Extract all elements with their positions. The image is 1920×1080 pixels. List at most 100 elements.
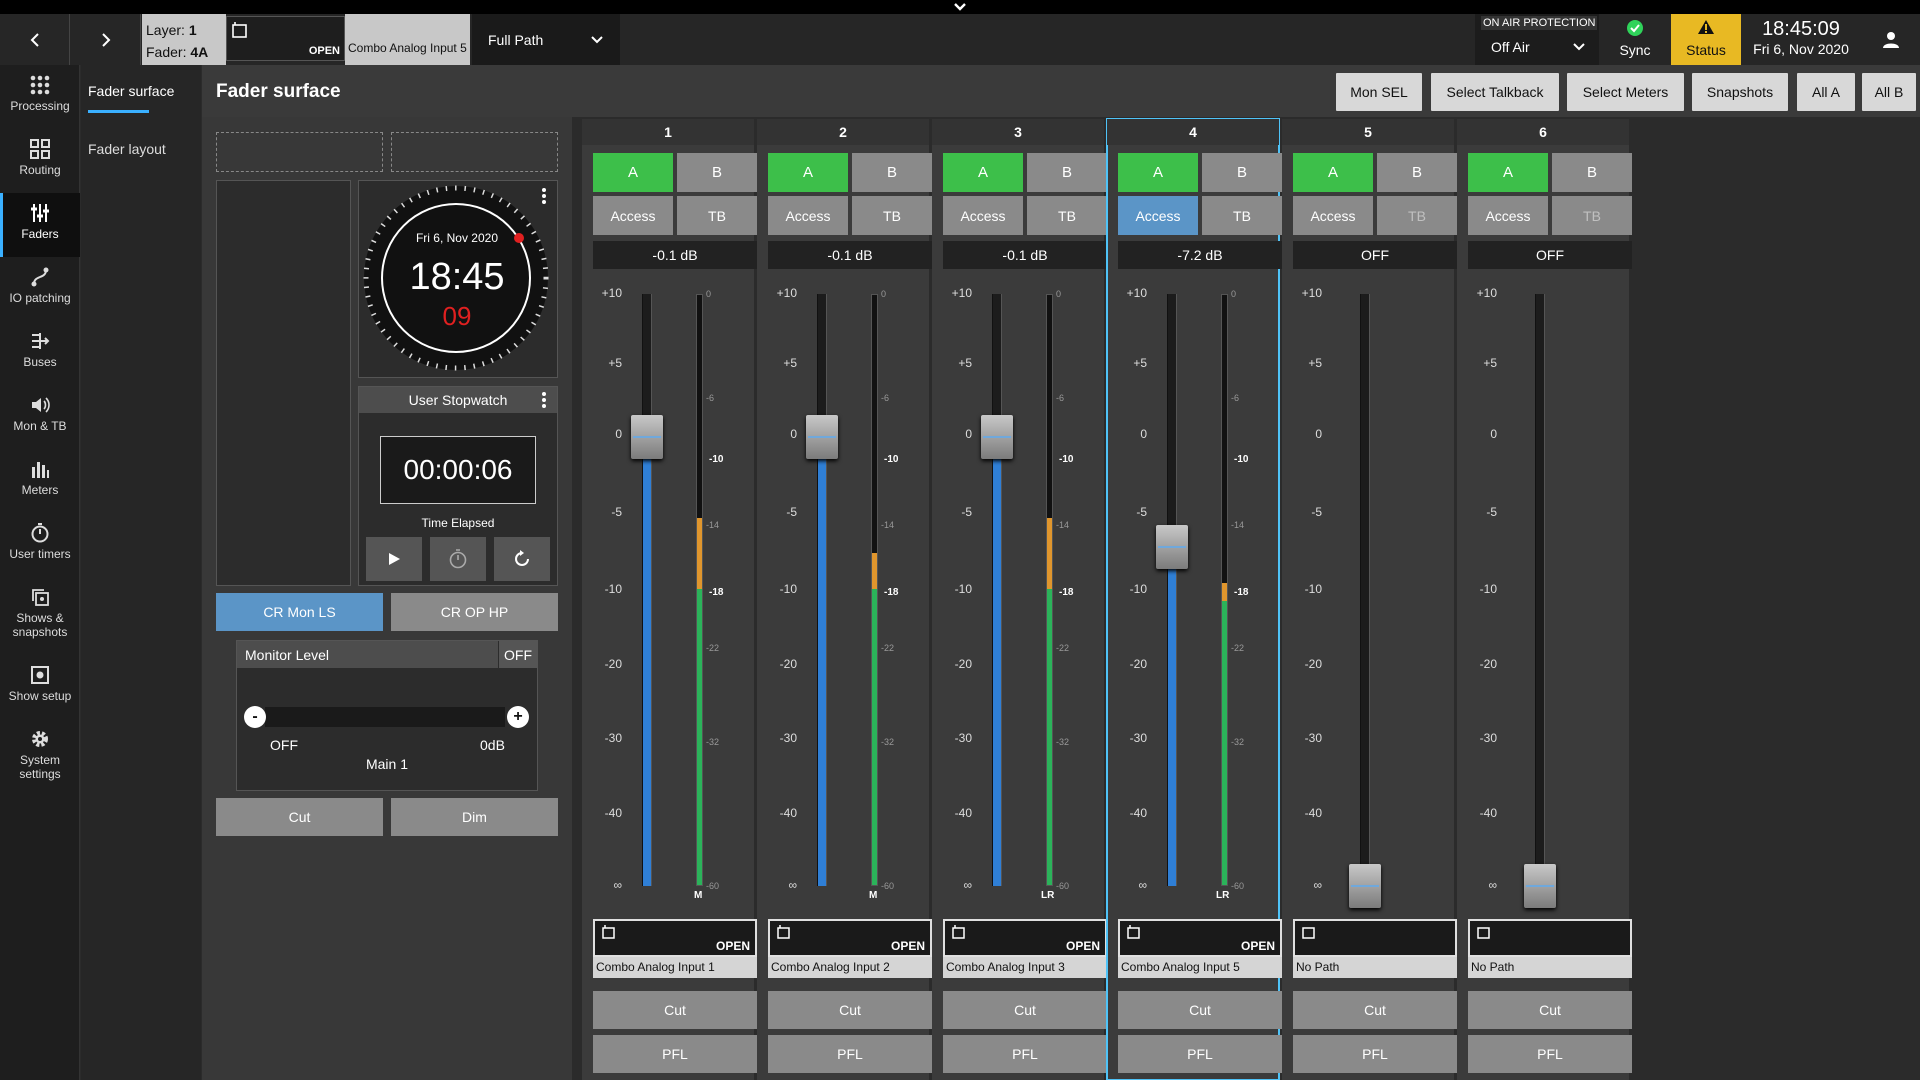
selected-path-state[interactable]: OPEN bbox=[226, 16, 345, 61]
nav-faders[interactable]: Faders bbox=[0, 193, 80, 257]
nav-shows-snapshots[interactable]: Shows & snapshots bbox=[0, 577, 80, 653]
strip-tb-button[interactable]: TB bbox=[1377, 196, 1457, 235]
select-talkback-button[interactable]: Select Talkback bbox=[1431, 73, 1559, 111]
strip-access-button[interactable]: Access bbox=[593, 196, 673, 235]
nav-buses[interactable]: Buses bbox=[0, 321, 80, 385]
strip-tb-button[interactable]: TB bbox=[1202, 196, 1282, 235]
nav-user-timers[interactable]: User timers bbox=[0, 513, 80, 577]
strip-a-button[interactable]: A bbox=[593, 153, 673, 192]
empty-slot[interactable] bbox=[391, 132, 558, 172]
strip-access-button[interactable]: Access bbox=[768, 196, 848, 235]
strip-access-button[interactable]: Access bbox=[1468, 196, 1548, 235]
strip-tb-button[interactable]: TB bbox=[852, 196, 932, 235]
strip-cut-button[interactable]: Cut bbox=[1118, 991, 1282, 1029]
status-button[interactable]: Status bbox=[1671, 14, 1741, 65]
subnav-fader-surface[interactable]: Fader surface bbox=[88, 83, 174, 99]
fader-knob[interactable] bbox=[631, 414, 663, 459]
strip-b-button[interactable]: B bbox=[1552, 153, 1632, 192]
more-vertical-icon[interactable] bbox=[541, 391, 547, 409]
monitor-cut-button[interactable]: Cut bbox=[216, 798, 383, 836]
strip-pfl-button[interactable]: PFL bbox=[943, 1035, 1107, 1073]
cr-op-hp-button[interactable]: CR OP HP bbox=[391, 593, 558, 631]
strip-path-state[interactable]: OPEN bbox=[943, 919, 1107, 957]
fader-knob[interactable] bbox=[1524, 864, 1556, 908]
nav-routing[interactable]: Routing bbox=[0, 129, 80, 193]
cr-mon-ls-button[interactable]: CR Mon LS bbox=[216, 593, 383, 631]
fader-track[interactable] bbox=[992, 294, 1002, 886]
path-state: OPEN bbox=[890, 939, 925, 953]
stopwatch-lap-button[interactable] bbox=[430, 537, 486, 581]
all-b-button[interactable]: All B bbox=[1862, 73, 1916, 111]
strip-access-button[interactable]: Access bbox=[1293, 196, 1373, 235]
fader-track[interactable] bbox=[817, 294, 827, 886]
strip-cut-button[interactable]: Cut bbox=[768, 991, 932, 1029]
snapshots-button[interactable]: Snapshots bbox=[1692, 73, 1788, 111]
fader-track[interactable] bbox=[1360, 294, 1370, 886]
strip-b-button[interactable]: B bbox=[1202, 153, 1282, 192]
prev-layer-button[interactable] bbox=[0, 14, 70, 65]
nav-system-settings[interactable]: System settings bbox=[0, 719, 80, 795]
stopwatch-reset-button[interactable] bbox=[494, 537, 550, 581]
strip-access-button[interactable]: Access bbox=[1118, 196, 1198, 235]
empty-slot[interactable] bbox=[216, 132, 383, 172]
nav-meters[interactable]: Meters bbox=[0, 449, 80, 513]
strip-path-state[interactable]: OPEN bbox=[593, 919, 757, 957]
level-decrease-button[interactable]: - bbox=[244, 706, 266, 728]
nav-processing[interactable]: Processing bbox=[0, 65, 80, 129]
strip-pfl-button[interactable]: PFL bbox=[768, 1035, 932, 1073]
strip-path-state[interactable]: OPEN bbox=[1118, 919, 1282, 957]
strip-a-button[interactable]: A bbox=[1468, 153, 1548, 192]
monitor-level-slider[interactable] bbox=[265, 707, 505, 727]
fader-knob[interactable] bbox=[1349, 864, 1381, 908]
strip-b-button[interactable]: B bbox=[852, 153, 932, 192]
strip-access-button[interactable]: Access bbox=[943, 196, 1023, 235]
subnav-fader-layout[interactable]: Fader layout bbox=[88, 141, 166, 157]
strip-pfl-button[interactable]: PFL bbox=[1293, 1035, 1457, 1073]
strip-a-button[interactable]: A bbox=[1118, 153, 1198, 192]
strip-pfl-button[interactable]: PFL bbox=[593, 1035, 757, 1073]
strip-tb-button[interactable]: TB bbox=[677, 196, 757, 235]
sub-nav: Fader surface Fader layout bbox=[81, 65, 201, 1080]
stopwatch-play-button[interactable] bbox=[366, 537, 422, 581]
more-vertical-icon[interactable] bbox=[541, 187, 547, 205]
strip-cut-button[interactable]: Cut bbox=[1468, 991, 1632, 1029]
strip-a-button[interactable]: A bbox=[943, 153, 1023, 192]
fader-track[interactable] bbox=[642, 294, 652, 886]
select-meters-button[interactable]: Select Meters bbox=[1567, 73, 1684, 111]
strip-cut-button[interactable]: Cut bbox=[593, 991, 757, 1029]
strip-a-button[interactable]: A bbox=[1293, 153, 1373, 192]
strip-tb-button[interactable]: TB bbox=[1027, 196, 1107, 235]
strip-pfl-button[interactable]: PFL bbox=[1468, 1035, 1632, 1073]
chevron-down-icon[interactable] bbox=[952, 0, 968, 14]
strip-pfl-button[interactable]: PFL bbox=[1118, 1035, 1282, 1073]
all-a-button[interactable]: All A bbox=[1797, 73, 1855, 111]
strip-b-button[interactable]: B bbox=[1027, 153, 1107, 192]
fader-scale-label: -20 bbox=[1479, 657, 1497, 671]
path-mode-select[interactable]: Full Path bbox=[472, 14, 620, 65]
monitor-dim-button[interactable]: Dim bbox=[391, 798, 558, 836]
nav-mon-tb[interactable]: Mon & TB bbox=[0, 385, 80, 449]
strip-b-button[interactable]: B bbox=[677, 153, 757, 192]
fader-track[interactable] bbox=[1167, 294, 1177, 886]
strip-cut-button[interactable]: Cut bbox=[1293, 991, 1457, 1029]
fader-knob[interactable] bbox=[806, 414, 838, 459]
nav-show-setup[interactable]: Show setup bbox=[0, 655, 80, 719]
fader-knob[interactable] bbox=[1156, 524, 1188, 569]
strip-tb-button[interactable]: TB bbox=[1552, 196, 1632, 235]
strip-path-state[interactable]: OPEN bbox=[768, 919, 932, 957]
meter-scale-label: -32 bbox=[1056, 737, 1070, 747]
strip-cut-button[interactable]: Cut bbox=[943, 991, 1107, 1029]
strip-path-state[interactable] bbox=[1468, 919, 1632, 957]
mon-sel-button[interactable]: Mon SEL bbox=[1336, 73, 1422, 111]
strip-a-button[interactable]: A bbox=[768, 153, 848, 192]
sync-status[interactable]: Sync bbox=[1600, 14, 1670, 65]
strip-path-state[interactable] bbox=[1293, 919, 1457, 957]
on-air-protection[interactable]: ON AIR PROTECTION Off Air bbox=[1475, 14, 1599, 65]
fader-knob[interactable] bbox=[981, 414, 1013, 459]
next-layer-button[interactable] bbox=[71, 14, 141, 65]
level-increase-button[interactable]: + bbox=[507, 706, 529, 728]
strip-b-button[interactable]: B bbox=[1377, 153, 1457, 192]
nav-io-patching[interactable]: IO patching bbox=[0, 257, 80, 321]
user-button[interactable] bbox=[1862, 14, 1920, 65]
fader-track[interactable] bbox=[1535, 294, 1545, 886]
